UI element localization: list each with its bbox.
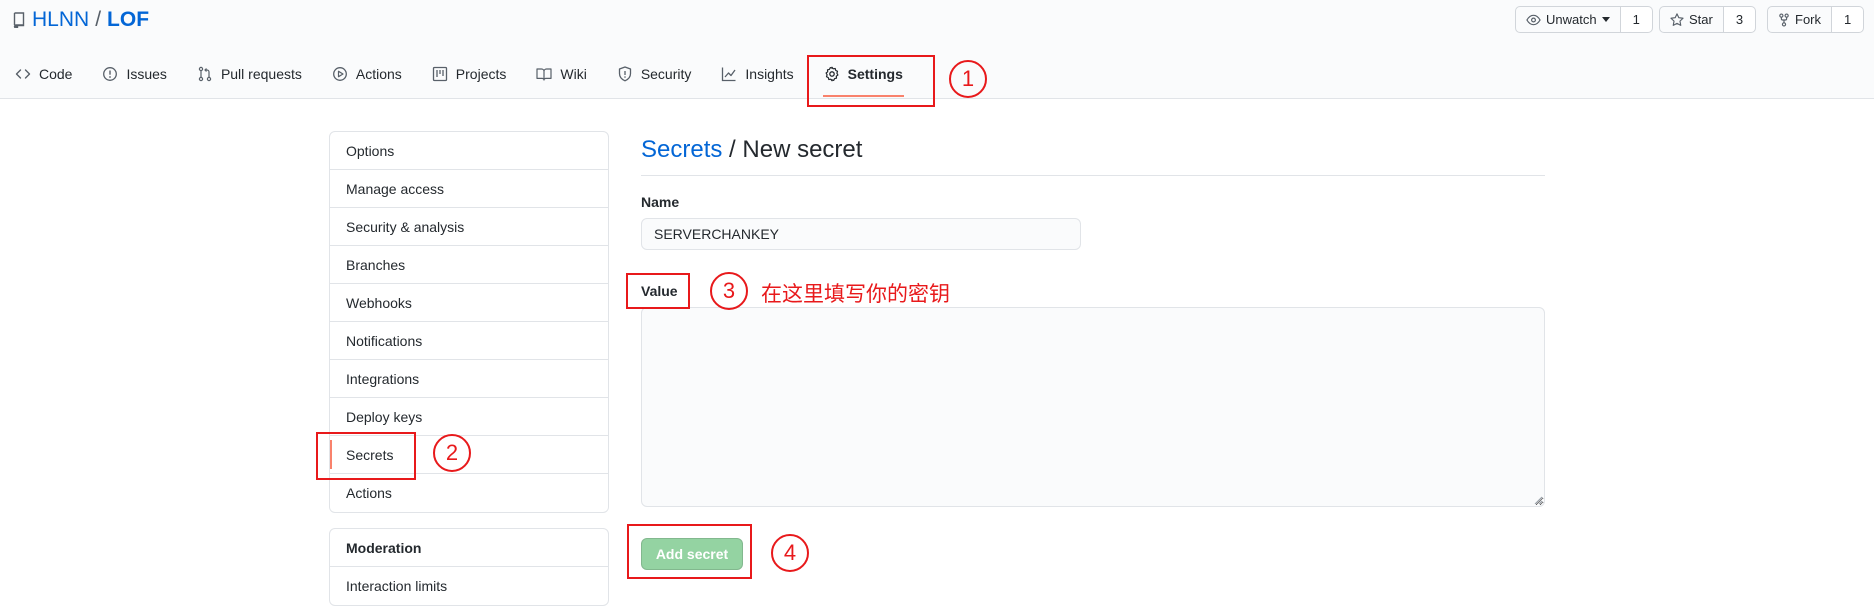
fork-label: Fork (1795, 12, 1821, 27)
repo-owner-link[interactable]: HLNN (32, 8, 89, 32)
sidebar-item-deploy-keys[interactable]: Deploy keys (330, 398, 608, 436)
annotation-step-3: 3 (710, 272, 748, 310)
watch-control: Unwatch 1 (1515, 6, 1653, 33)
tab-projects[interactable]: Projects (417, 54, 522, 94)
tab-wiki[interactable]: Wiki (521, 54, 601, 94)
sidebar-item-manage-access[interactable]: Manage access (330, 170, 608, 208)
page-title-text: New secret (742, 136, 863, 163)
annotation-box-secrets (316, 432, 416, 480)
sidebar-item-interaction-limits[interactable]: Interaction limits (330, 567, 608, 605)
fork-count[interactable]: 1 (1832, 6, 1865, 33)
sidebar-item-options[interactable]: Options (330, 132, 608, 170)
secret-value-textarea[interactable] (641, 307, 1545, 507)
repo-title: HLNN / LOF (12, 8, 149, 32)
star-count[interactable]: 3 (1723, 6, 1757, 33)
tab-label: Insights (745, 66, 794, 82)
tab-label: Issues (126, 66, 167, 82)
sidebar-item-branches[interactable]: Branches (330, 246, 608, 284)
annotation-note: 在这里填写你的密钥 (761, 282, 950, 306)
tab-actions[interactable]: Actions (317, 54, 417, 94)
tab-label: Security (640, 66, 692, 82)
title-divider (641, 175, 1545, 176)
sidebar-item-integrations[interactable]: Integrations (330, 360, 608, 398)
sidebar-item-notifications[interactable]: Notifications (330, 322, 608, 360)
annotation-box-add-secret (627, 524, 752, 579)
page-title: Secrets / New secret (641, 136, 862, 164)
sidebar-item-security-analysis[interactable]: Security & analysis (330, 208, 608, 246)
fork-icon (1779, 12, 1789, 27)
star-label: Star (1689, 12, 1713, 27)
star-icon (1670, 12, 1684, 26)
tab-code[interactable]: Code (0, 54, 87, 94)
star-control: Star 3 (1659, 6, 1757, 33)
breadcrumb-separator: / (729, 136, 736, 163)
annotation-box-settings (807, 55, 935, 107)
unwatch-button[interactable]: Unwatch (1515, 6, 1621, 33)
tab-label: Code (39, 66, 73, 82)
star-button[interactable]: Star (1659, 6, 1724, 33)
breadcrumb-secrets-link[interactable]: Secrets (641, 136, 722, 163)
resize-grip-icon[interactable] (1533, 495, 1543, 505)
annotation-box-value (626, 273, 690, 309)
repo-separator: / (95, 8, 102, 31)
moderation-sidebar: Moderation Interaction limits (329, 528, 609, 606)
secret-name-input[interactable] (641, 218, 1081, 250)
repo-nav: Code Issues Pull requests Actions Projec… (0, 54, 918, 99)
sidebar-item-webhooks[interactable]: Webhooks (330, 284, 608, 322)
tab-insights[interactable]: Insights (706, 54, 808, 94)
project-icon (432, 66, 447, 82)
tab-label: Wiki (560, 66, 587, 82)
unwatch-label: Unwatch (1546, 12, 1597, 27)
repo-icon (13, 12, 25, 28)
tab-pull-requests[interactable]: Pull requests (182, 54, 317, 94)
tab-security[interactable]: Security (602, 54, 707, 94)
play-icon (332, 67, 347, 81)
page: HLNN / LOF Unwatch 1 Star 3 Fork 1 Code … (0, 0, 1874, 615)
pull-request-icon (198, 66, 212, 82)
annotation-step-4: 4 (771, 534, 809, 572)
name-label: Name (641, 194, 680, 210)
graph-icon (722, 67, 736, 82)
repo-name-link[interactable]: LOF (107, 8, 149, 32)
shield-icon (618, 66, 631, 82)
fork-control: Fork 1 (1767, 6, 1865, 33)
tab-label: Actions (355, 66, 402, 82)
tab-label: Projects (455, 66, 507, 82)
fork-button[interactable]: Fork (1767, 6, 1832, 33)
code-icon (15, 69, 31, 79)
issue-icon (103, 67, 118, 81)
moderation-heading: Moderation (330, 529, 608, 567)
book-icon (536, 68, 552, 81)
annotation-step-1: 1 (949, 60, 987, 98)
tab-issues[interactable]: Issues (87, 54, 181, 94)
watch-count[interactable]: 1 (1620, 6, 1653, 33)
annotation-step-2: 2 (433, 434, 471, 472)
caret-down-icon (1601, 17, 1610, 22)
eye-icon (1526, 14, 1541, 25)
tab-label: Pull requests (220, 66, 302, 82)
repo-header: HLNN / LOF Unwatch 1 Star 3 Fork 1 Code … (0, 0, 1874, 99)
